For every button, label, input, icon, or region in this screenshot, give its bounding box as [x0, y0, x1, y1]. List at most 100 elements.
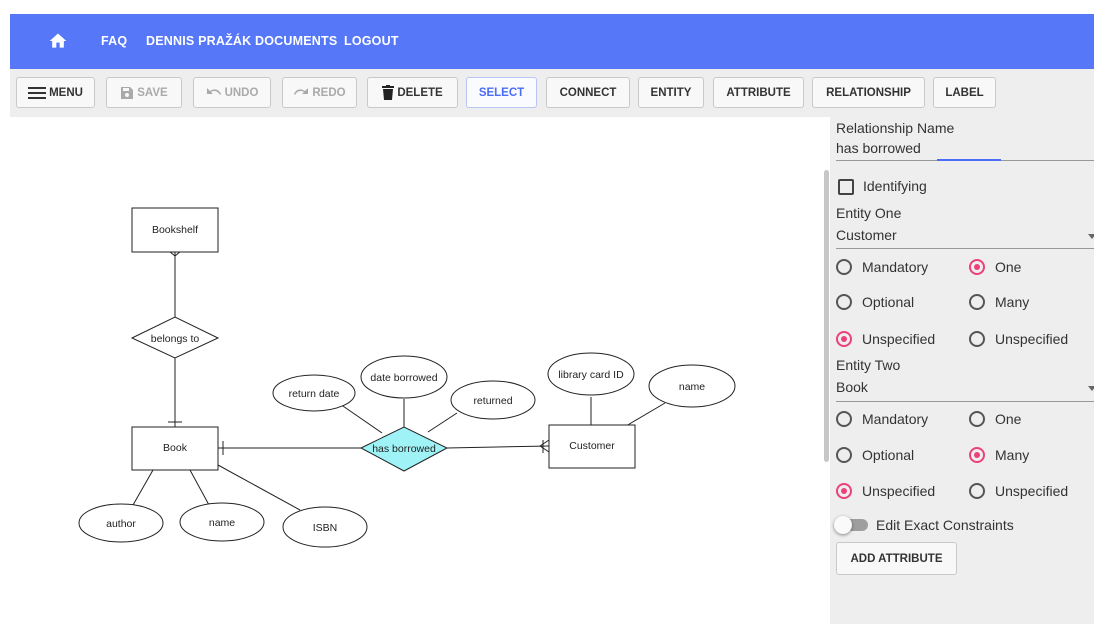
entity-one-optional-radio[interactable] — [836, 294, 852, 310]
radio-label: Mandatory — [862, 259, 929, 275]
cardinality-markers — [168, 250, 550, 455]
properties-panel: Relationship Name has borrowed Identifyi… — [830, 117, 1094, 624]
entity-one-many-radio[interactable] — [969, 294, 985, 310]
save-button[interactable]: SAVE — [106, 77, 182, 108]
identifying-label: Identifying — [863, 178, 927, 194]
radio-label: Unspecified — [862, 483, 936, 499]
toolbar: MENU SAVE UNDO REDO DELETE SELECT CONNEC… — [10, 69, 1094, 117]
redo-button[interactable]: REDO — [282, 77, 357, 108]
entity-one-mandatory-radio[interactable] — [836, 259, 852, 275]
entity-two-optional-radio[interactable] — [836, 447, 852, 463]
radio-label: Mandatory — [862, 411, 929, 427]
nav-link-user[interactable]: DENNIS PRAŽÁK — [146, 34, 251, 48]
relationship-label: has borrowed — [372, 443, 436, 455]
toggle-thumb[interactable] — [834, 516, 852, 534]
entity-one-one-radio[interactable] — [969, 259, 985, 275]
nav-link-logout[interactable]: LOGOUT — [344, 34, 399, 48]
radio-label: One — [995, 411, 1022, 427]
canvas-scrollbar[interactable] — [824, 170, 829, 462]
attribute-book-name[interactable]: name — [179, 502, 265, 542]
entity-two-participation-unspecified-radio[interactable] — [836, 483, 852, 499]
entity-bookshelf[interactable]: Bookshelf — [131, 207, 219, 253]
redo-icon — [293, 87, 309, 99]
hamburger-icon — [28, 86, 47, 100]
attribute-customer-name[interactable]: name — [648, 364, 736, 408]
entity-customer[interactable]: Customer — [548, 424, 636, 469]
attribute-label: ISBN — [313, 522, 338, 534]
select-tool-button[interactable]: SELECT — [466, 77, 537, 108]
window-top-margin — [0, 0, 1094, 14]
menu-button[interactable]: MENU — [16, 77, 95, 108]
entity-two-one-radio[interactable] — [969, 411, 985, 427]
top-navbar: FAQ DENNIS PRAŽÁK DOCUMENTS LOGOUT — [10, 14, 1094, 69]
relationship-name-label: Relationship Name — [836, 120, 955, 136]
entity-tool-button[interactable]: ENTITY — [638, 77, 704, 108]
radio-label: Optional — [862, 294, 915, 310]
undo-button-label: UNDO — [224, 86, 259, 99]
relationship-tool-button[interactable]: RELATIONSHIP — [812, 77, 925, 108]
radio-label: Unspecified — [995, 483, 1069, 499]
entity-label: Customer — [569, 440, 615, 452]
relationship-label: belongs to — [151, 333, 200, 345]
entity-one-select[interactable]: Customer — [836, 227, 897, 243]
attribute-label: name — [209, 517, 235, 529]
relationship-belongs-to[interactable]: belongs to — [130, 316, 220, 359]
entity-two-select[interactable]: Book — [836, 379, 868, 395]
radio-label: Unspecified — [862, 331, 936, 347]
chevron-down-icon[interactable] — [1088, 386, 1094, 391]
undo-icon — [206, 87, 222, 99]
attribute-label: date borrowed — [370, 372, 437, 384]
entity-one-cardinality-unspecified-radio[interactable] — [969, 331, 985, 347]
entity-one-label: Entity One — [836, 205, 902, 221]
trash-icon — [382, 85, 395, 100]
save-icon — [120, 86, 134, 100]
radio-label: Many — [995, 447, 1030, 463]
entity-two-many-radio[interactable] — [969, 447, 985, 463]
undo-button[interactable]: UNDO — [193, 77, 271, 108]
delete-button-label: DELETE — [397, 86, 443, 99]
input-focus-indicator — [937, 159, 1001, 161]
label-tool-button[interactable]: LABEL — [933, 77, 996, 108]
attribute-label: library card ID — [558, 369, 624, 381]
home-icon[interactable] — [48, 31, 68, 51]
save-button-label: SAVE — [137, 86, 168, 99]
edit-exact-constraints-label: Edit Exact Constraints — [876, 517, 1014, 533]
entity-book[interactable]: Book — [131, 426, 219, 471]
radio-label: Unspecified — [995, 331, 1069, 347]
entity-two-label: Entity Two — [836, 357, 901, 373]
entity-one-underline — [836, 248, 1094, 249]
radio-label: Many — [995, 294, 1030, 310]
entity-label: Book — [163, 442, 188, 454]
attribute-isbn[interactable]: ISBN — [282, 506, 368, 548]
attribute-returned[interactable]: returned — [450, 380, 536, 420]
radio-label: One — [995, 259, 1022, 275]
menu-button-label: MENU — [49, 86, 83, 99]
attribute-label: return date — [289, 388, 340, 400]
entity-one-participation-unspecified-radio[interactable] — [836, 331, 852, 347]
connect-tool-button[interactable]: CONNECT — [546, 77, 630, 108]
entity-two-cardinality-unspecified-radio[interactable] — [969, 483, 985, 499]
entity-two-underline — [836, 401, 1094, 402]
delete-button[interactable]: DELETE — [367, 77, 458, 108]
attribute-date-borrowed[interactable]: date borrowed — [360, 355, 448, 399]
redo-button-label: REDO — [312, 86, 346, 99]
entity-label: Bookshelf — [152, 224, 198, 236]
entity-two-mandatory-radio[interactable] — [836, 411, 852, 427]
add-attribute-button[interactable]: ADD ATTRIBUTE — [836, 542, 957, 575]
relationship-name-input[interactable]: has borrowed — [836, 140, 921, 156]
attribute-author[interactable]: author — [78, 503, 164, 543]
chevron-down-icon[interactable] — [1088, 234, 1094, 239]
attribute-library-card-id[interactable]: library card ID — [547, 352, 635, 396]
nav-link-documents[interactable]: DOCUMENTS — [255, 34, 337, 48]
relationship-has-borrowed[interactable]: has borrowed — [359, 426, 449, 472]
attribute-return-date[interactable]: return date — [272, 374, 356, 412]
diagram-canvas[interactable]: Bookshelf Book Customer belongs to has b… — [10, 117, 830, 624]
window-left-margin — [0, 0, 10, 624]
er-diagram[interactable]: Bookshelf Book Customer belongs to has b… — [10, 117, 830, 624]
attribute-label: author — [106, 518, 136, 530]
nav-link-faq[interactable]: FAQ — [101, 34, 127, 48]
attribute-label: name — [679, 381, 705, 393]
attribute-tool-button[interactable]: ATTRIBUTE — [713, 77, 804, 108]
identifying-checkbox[interactable] — [838, 179, 854, 195]
attribute-label: returned — [473, 395, 512, 407]
